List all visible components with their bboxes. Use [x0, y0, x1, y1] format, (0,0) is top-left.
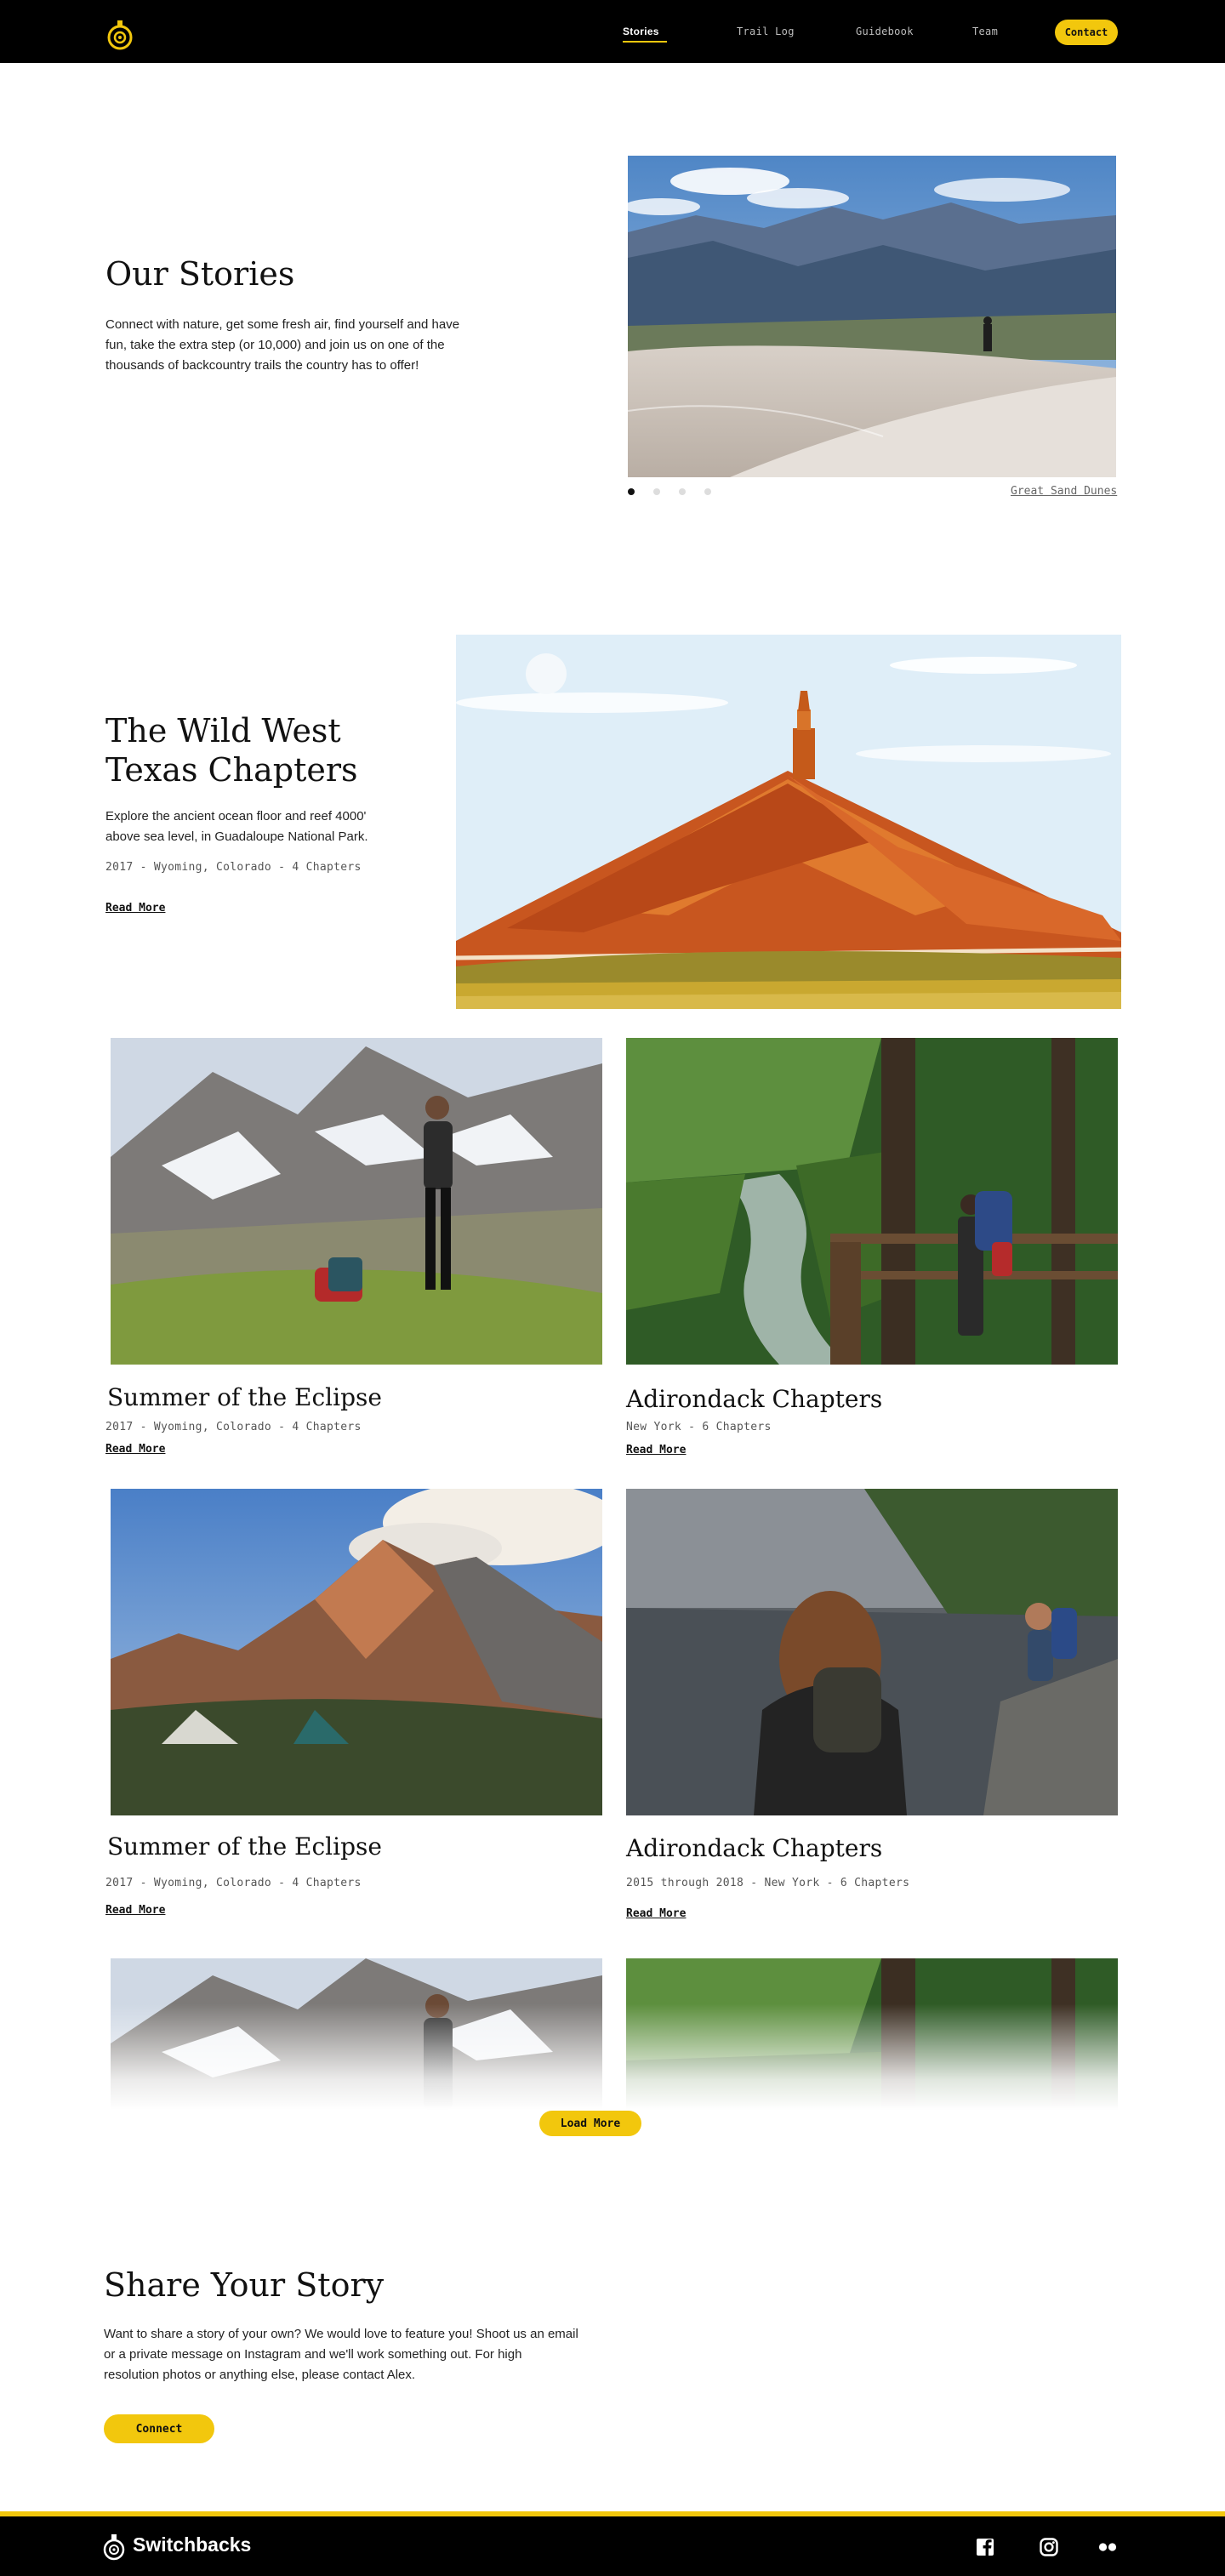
featured-read-more-link[interactable]: Read More [105, 902, 165, 915]
story-card-meta-1: 2017 - Wyoming, Colorado - 4 Chapters [105, 1421, 362, 1433]
story-card-image-2[interactable] [626, 1038, 1118, 1365]
nav-active-indicator [623, 41, 667, 43]
story-card-title-4: Adirondack Chapters [626, 1834, 883, 1862]
nav-trail-log[interactable]: Trail Log [737, 26, 795, 37]
nav-stories[interactable]: Stories [623, 26, 659, 37]
instagram-icon[interactable] [1039, 2537, 1059, 2557]
featured-story-illustration[interactable] [456, 635, 1121, 1009]
story-card-image-4[interactable] [626, 1489, 1118, 1815]
switchbacks-logo-icon[interactable] [105, 17, 134, 53]
nav-guidebook[interactable]: Guidebook [856, 26, 914, 37]
slide-caption-link[interactable]: Great Sand Dunes [1011, 485, 1117, 498]
story-card-image-3[interactable] [111, 1489, 602, 1815]
slide-dot-2[interactable] [653, 488, 660, 495]
story-card-preview-image-5 [111, 1958, 602, 2110]
slide-dot-3[interactable] [679, 488, 686, 495]
contact-button[interactable]: Contact [1055, 20, 1118, 45]
connect-button[interactable]: Connect [104, 2414, 214, 2443]
slide-indicators [628, 488, 711, 495]
load-more-button[interactable]: Load More [539, 2111, 641, 2136]
nav-team[interactable]: Team [972, 26, 998, 37]
hero-slide-image[interactable] [628, 156, 1116, 477]
slide-dot-1[interactable] [628, 488, 635, 495]
story-card-meta-4: 2015 through 2018 - New York - 6 Chapter… [626, 1877, 910, 1889]
facebook-icon[interactable] [975, 2537, 995, 2557]
featured-story-title: The Wild West Texas Chapters [105, 712, 358, 789]
footer-logo-icon[interactable] [102, 2532, 126, 2562]
hero-description: Connect with nature, get some fresh air,… [105, 317, 460, 373]
story-card-read-more-4[interactable]: Read More [626, 1907, 686, 1920]
page-title: Our Stories [105, 255, 295, 293]
top-navigation-bar [0, 0, 1225, 63]
slide-dot-4[interactable] [704, 488, 711, 495]
story-card-title-3: Summer of the Eclipse [107, 1832, 382, 1861]
footer-brand-name[interactable]: Switchbacks [133, 2533, 251, 2556]
share-section-description: Want to share a story of your own? We wo… [104, 2327, 578, 2382]
story-card-read-more-1[interactable]: Read More [105, 1443, 165, 1456]
featured-story-meta: 2017 - Wyoming, Colorado - 4 Chapters [105, 861, 362, 874]
story-card-meta-3: 2017 - Wyoming, Colorado - 4 Chapters [105, 1877, 362, 1889]
story-card-meta-2: New York - 6 Chapters [626, 1421, 772, 1433]
story-card-read-more-3[interactable]: Read More [105, 1904, 165, 1917]
flickr-icon[interactable] [1097, 2537, 1118, 2557]
featured-story-description: Explore the ancient ocean floor and reef… [105, 809, 368, 844]
story-card-image-1[interactable] [111, 1038, 602, 1365]
share-section-title: Share Your Story [104, 2266, 385, 2304]
story-card-read-more-2[interactable]: Read More [626, 1444, 686, 1456]
story-card-title-2: Adirondack Chapters [626, 1385, 883, 1413]
story-card-title-1: Summer of the Eclipse [107, 1383, 382, 1411]
story-card-preview-image-6 [626, 1958, 1118, 2110]
